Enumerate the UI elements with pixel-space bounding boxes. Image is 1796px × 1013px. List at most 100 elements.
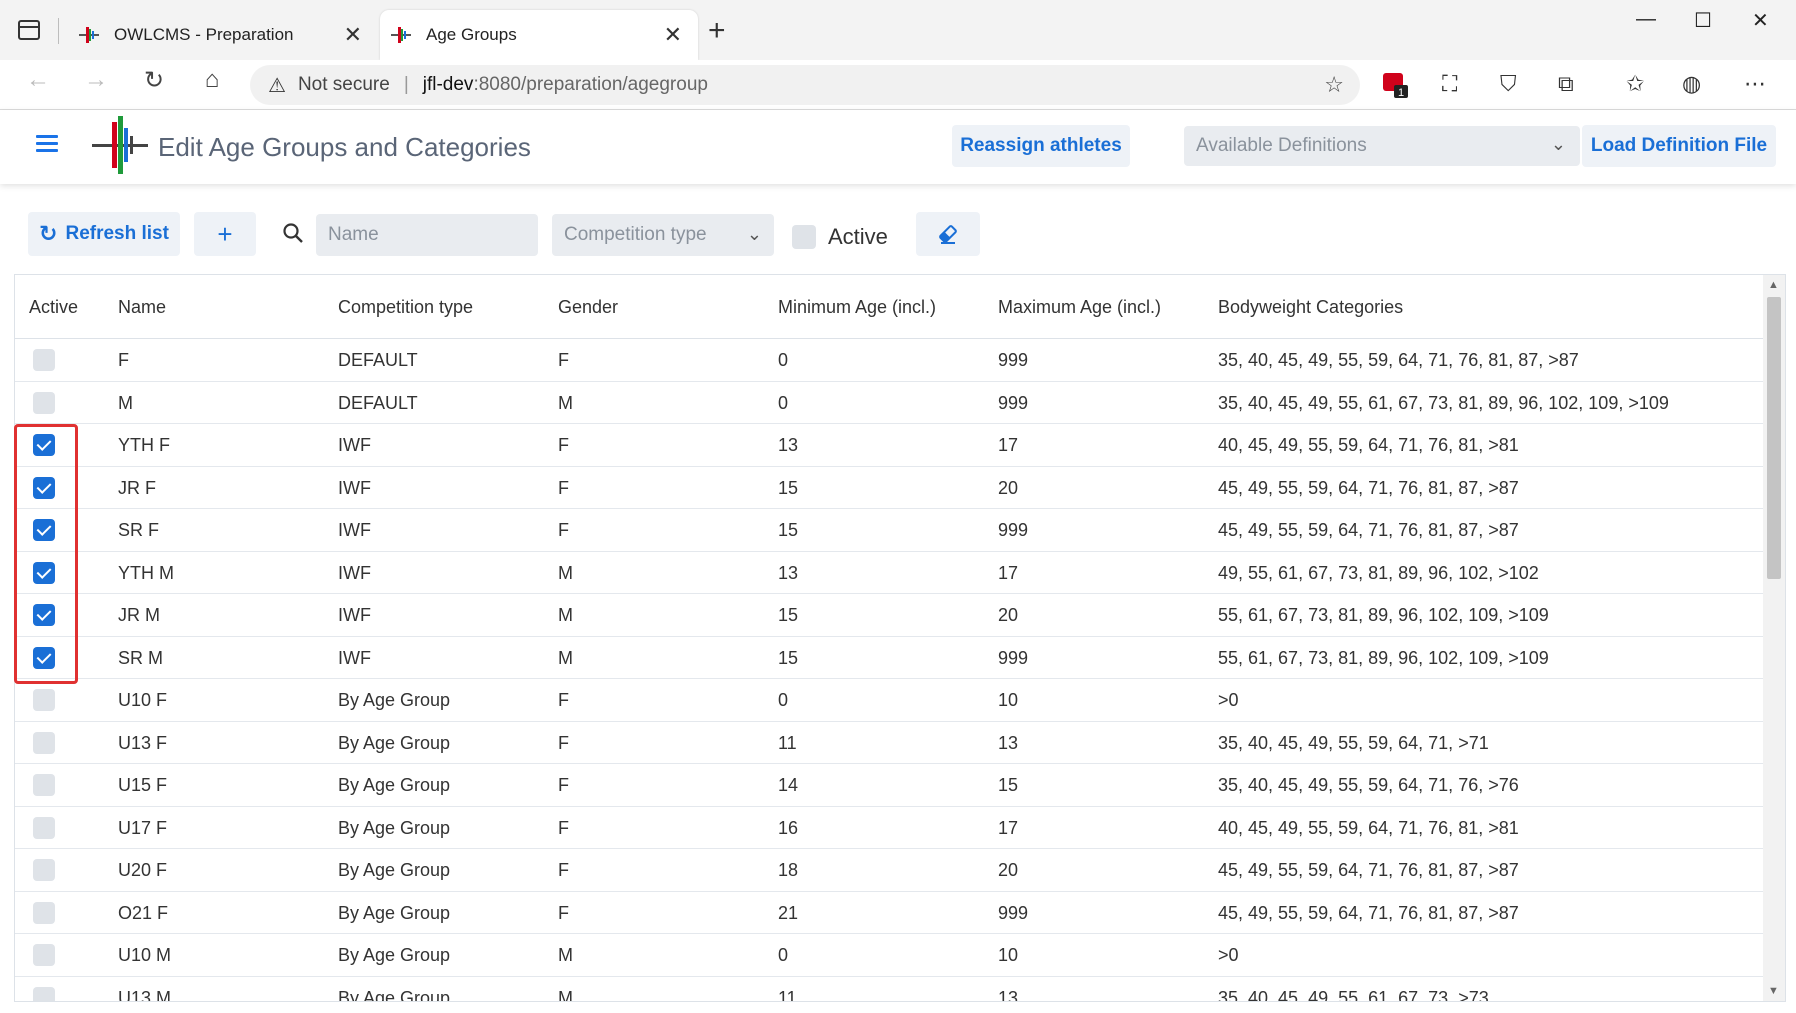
table-row[interactable]: U10 M By Age Group M 0 10 >0 [15,934,1763,977]
available-definitions-select[interactable]: Available Definitions ⌄ [1184,126,1580,166]
cell-minimum-age: 13 [778,435,799,455]
cell-minimum-age: 11 [778,987,797,1002]
cast-icon[interactable]: ⧉ [1558,71,1574,97]
forward-icon[interactable]: → [76,66,116,94]
cell-name: U17 F [118,817,168,838]
menu-icon[interactable] [36,135,58,153]
cell-maximum-age: 20 [998,605,1019,625]
close-tab-icon[interactable]: ✕ [344,22,362,48]
add-favorite-icon[interactable]: ☆ [1324,72,1344,98]
column-header-minimum-age[interactable]: Minimum Age (incl.) [778,297,936,318]
cell-minimum-age: 15 [778,647,799,668]
active-checkbox[interactable] [33,646,55,669]
minimize-icon[interactable]: — [1636,8,1656,31]
table-row[interactable]: O21 F By Age Group F 21 999 45, 49, 55, 59, 6… [15,892,1763,934]
active-checkbox[interactable] [33,901,55,924]
table-row[interactable]: JR F IWF F 15 20 45, 49, 55, 59, 64, 71, 76, … [15,467,1763,509]
active-checkbox[interactable] [33,604,55,626]
cell-maximum-age: 999 [998,350,1029,370]
grid-scrollbar[interactable]: ▲ ▼ [1763,275,1785,1001]
column-header-maximum-age[interactable]: Maximum Age (incl.) [998,297,1161,318]
active-checkbox[interactable] [33,476,55,499]
column-header-gender[interactable]: Gender [558,297,618,318]
refresh-list-button[interactable]: ↻ Refresh list [28,212,180,256]
table-row[interactable]: JR M IWF M 15 20 55, 61, 67, 73, 81, 89, 96, … [15,594,1763,637]
active-checkbox[interactable] [33,391,55,414]
cell-minimum-age: 0 [778,350,789,370]
active-checkbox[interactable] [33,434,55,456]
profile-icon[interactable]: ◍ [1682,71,1701,97]
url-field[interactable]: ⚠ Not secure | jfl-dev :8080/preparation… [250,65,1360,105]
cell-competition-type: DEFAULT [338,350,418,370]
load-definition-file-button[interactable]: Load Definition File [1582,125,1776,167]
maximize-icon[interactable]: ☐ [1694,8,1712,33]
tab-actions-icon[interactable] [18,20,40,40]
reload-icon[interactable]: ↻ [134,66,174,95]
active-checkbox[interactable] [33,561,55,584]
active-checkbox[interactable] [33,519,55,541]
table-row[interactable]: U13 M By Age Group M 11 13 35, 40, 45, 49, 55… [15,977,1763,1002]
active-checkbox[interactable] [33,944,55,966]
table-row[interactable]: F DEFAULT F 0 999 35, 40, 45, 49, 55, 59, 64,… [15,339,1763,382]
cell-maximum-age: 13 [998,732,1019,753]
pocket-icon[interactable]: ⛉ [1500,71,1517,97]
table-row[interactable]: U15 F By Age Group F 14 15 35, 40, 45, 49, 55… [15,764,1763,807]
cell-name: U10 M [118,945,172,965]
cell-gender: F [558,690,569,710]
table-row[interactable]: YTH F IWF F 13 17 40, 45, 49, 55, 59, 64, 71,… [15,424,1763,467]
active-checkbox[interactable] [33,859,55,881]
screenshot-icon[interactable]: ⛶ [1442,71,1457,97]
favorites-icon[interactable]: ✩ [1626,71,1644,97]
cell-gender: F [558,775,569,795]
active-filter-checkbox[interactable] [792,225,816,249]
tab-label: Age Groups [426,25,517,44]
table-row[interactable]: U20 F By Age Group F 18 20 45, 49, 55, 59, 64… [15,849,1763,892]
clear-filters-button[interactable] [916,212,980,256]
cell-bodyweight-categories: 45, 49, 55, 59, 64, 71, 76, 81, 87, >87 [1218,477,1519,498]
extension-red-icon[interactable]: 1 [1382,71,1410,105]
cell-minimum-age: 21 [778,902,799,923]
cell-bodyweight-categories: 35, 40, 45, 49, 55, 59, 64, 71, 76, >76 [1218,775,1519,795]
table-row[interactable]: SR F IWF F 15 999 45, 49, 55, 59, 64, 71, 76,… [15,509,1763,552]
cell-bodyweight-categories: 40, 45, 49, 55, 59, 64, 71, 76, 81, >81 [1218,817,1519,838]
cell-bodyweight-categories: 35, 40, 45, 49, 55, 59, 64, 71, >71 [1218,732,1489,753]
active-checkbox[interactable] [33,774,55,796]
column-header-bodyweight-categories[interactable]: Bodyweight Categories [1218,297,1403,318]
cell-competition-type: IWF [338,520,371,540]
table-row[interactable]: U10 F By Age Group F 0 10 >0 [15,679,1763,722]
cell-minimum-age: 16 [778,817,799,838]
scroll-down-icon[interactable]: ▼ [1768,985,1779,997]
scroll-thumb[interactable] [1767,297,1781,579]
active-checkbox[interactable] [33,816,55,839]
cell-maximum-age: 17 [998,562,1019,583]
cell-competition-type: IWF [338,477,371,498]
name-filter-input[interactable]: Name [316,214,538,256]
cell-maximum-age: 20 [998,477,1019,498]
cell-gender: F [558,902,569,923]
active-checkbox[interactable] [33,349,55,371]
close-tab-icon[interactable]: ✕ [664,22,682,48]
active-checkbox[interactable] [33,731,55,754]
home-icon[interactable]: ⌂ [192,66,232,94]
column-header-competition-type[interactable]: Competition type [338,297,473,318]
table-row[interactable]: SR M IWF M 15 999 55, 61, 67, 73, 81, 89, 96,… [15,637,1763,679]
scroll-up-icon[interactable]: ▲ [1768,279,1779,291]
table-row[interactable]: M DEFAULT M 0 999 35, 40, 45, 49, 55, 61, 67,… [15,382,1763,424]
back-icon[interactable]: ← [18,66,58,94]
add-age-group-button[interactable]: + [194,212,256,256]
table-row[interactable]: U13 F By Age Group F 11 13 35, 40, 45, 49, 55… [15,722,1763,764]
close-window-icon[interactable]: ✕ [1752,8,1769,33]
tab-age-groups[interactable]: Age Groups ✕ [380,10,698,60]
active-checkbox[interactable] [33,986,55,1001]
active-checkbox[interactable] [33,689,55,711]
cell-maximum-age: 17 [998,817,1019,838]
column-header-active[interactable]: Active [29,297,78,318]
column-header-name[interactable]: Name [118,297,166,318]
competition-type-select[interactable]: Competition type ⌄ [552,214,774,256]
more-menu-icon[interactable]: ⋯ [1744,71,1766,97]
tab-owlcms-preparation[interactable]: OWLCMS - Preparation ✕ [68,10,378,60]
reassign-athletes-button[interactable]: Reassign athletes [952,125,1130,167]
new-tab-icon[interactable]: + [708,16,726,46]
table-row[interactable]: U17 F By Age Group F 16 17 40, 45, 49, 55, 59… [15,807,1763,849]
table-row[interactable]: YTH M IWF M 13 17 49, 55, 61, 67, 73, 81, 89,… [15,552,1763,594]
